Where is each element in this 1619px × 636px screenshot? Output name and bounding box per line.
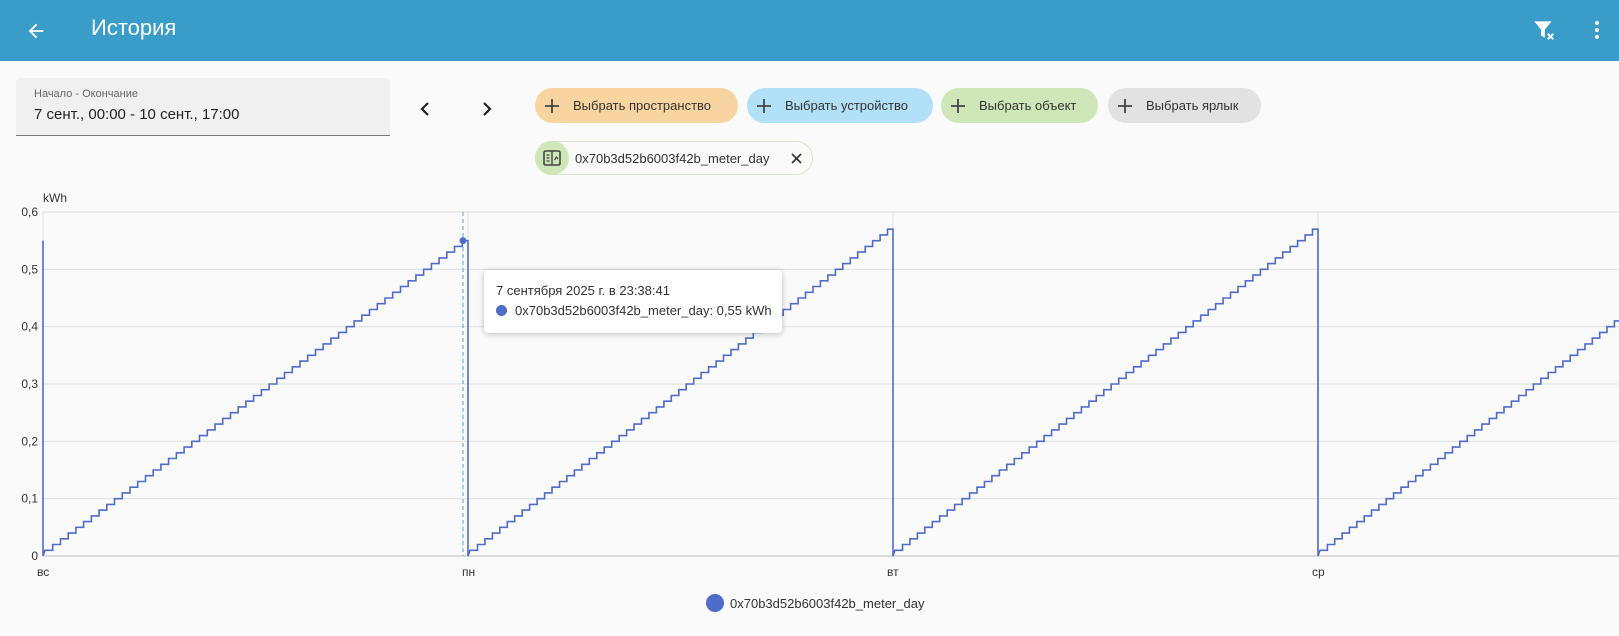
tooltip-series-row: 0x70b3d52b6003f42b_meter_day: 0,55 kWh (496, 303, 772, 318)
remove-entity-button[interactable] (788, 150, 804, 166)
choose-device-label: Выбрать устройство (785, 98, 908, 113)
y-tick-label: 0,3 (21, 377, 38, 391)
y-axis-unit-label: kWh (43, 191, 67, 205)
choose-entity-chip[interactable]: Выбрать объект (941, 88, 1098, 123)
choose-entity-label: Выбрать объект (979, 98, 1077, 113)
choose-label-chip[interactable]: Выбрать ярлык (1108, 88, 1261, 123)
chevron-left-icon (420, 102, 429, 116)
chart-tooltip: 7 сентября 2025 г. в 23:38:41 0x70b3d52b… (484, 270, 782, 333)
chart-series (42, 228, 1619, 557)
selected-entity-chip[interactable]: 0x70b3d52b6003f42b_meter_day (535, 141, 813, 175)
tooltip-series-dot (496, 305, 507, 316)
history-chart[interactable]: kWh 0 0,1 0,2 0,3 0,4 0,5 0,6 вс пн вт ср (0, 186, 1619, 586)
selected-entity-name: 0x70b3d52b6003f42b_meter_day (575, 150, 770, 166)
y-tick-label: 0,1 (21, 492, 38, 506)
chart-legend-item[interactable]: 0x70b3d52b6003f42b_meter_day (706, 594, 924, 612)
y-axis-ticks: kWh 0 0,1 0,2 0,3 0,4 0,5 0,6 (21, 191, 67, 563)
plus-icon (755, 97, 773, 115)
dots-vertical-icon (1595, 21, 1599, 39)
tooltip-time: 7 сентября 2025 г. в 23:38:41 (496, 283, 670, 298)
date-range-value: 7 сент., 00:00 - 10 сент., 17:00 (34, 106, 240, 123)
page-title: История (91, 15, 177, 40)
x-tick-label: вт (887, 565, 899, 579)
arrow-left-icon (28, 23, 44, 39)
meter-icon (535, 141, 569, 175)
plus-icon (949, 97, 967, 115)
legend-label: 0x70b3d52b6003f42b_meter_day (730, 595, 925, 611)
x-tick-label: ср (1312, 565, 1325, 579)
plus-icon (1116, 97, 1134, 115)
y-tick-label: 0,4 (21, 320, 38, 334)
chevron-right-icon (483, 102, 492, 116)
top-app-bar: История (0, 0, 1619, 61)
close-icon (790, 152, 802, 164)
back-button[interactable] (22, 17, 50, 45)
choose-area-label: Выбрать пространство (573, 98, 712, 113)
next-period-button[interactable] (471, 93, 503, 125)
series-line (42, 228, 1619, 557)
date-range-picker[interactable]: Начало - Окончание 7 сент., 00:00 - 10 с… (16, 78, 390, 136)
filter-remove-icon (1534, 21, 1554, 40)
x-tick-label: пн (462, 565, 475, 579)
y-tick-label: 0,5 (21, 262, 38, 276)
clear-filters-button[interactable] (1530, 16, 1558, 44)
tooltip-value: 0x70b3d52b6003f42b_meter_day: 0,55 kWh (515, 303, 772, 318)
legend-dot (706, 594, 724, 612)
hover-point (459, 237, 467, 245)
choose-label-label: Выбрать ярлык (1146, 98, 1239, 113)
more-menu-button[interactable] (1585, 16, 1609, 44)
x-axis-ticks: вс пн вт ср (37, 565, 1325, 579)
plus-icon (543, 97, 561, 115)
date-range-label: Начало - Окончание (34, 88, 138, 100)
choose-device-chip[interactable]: Выбрать устройство (747, 88, 933, 123)
x-tick-label: вс (37, 565, 49, 579)
y-tick-label: 0,2 (21, 434, 38, 448)
y-tick-label: 0 (31, 549, 38, 563)
y-tick-label: 0,6 (21, 205, 38, 219)
choose-area-chip[interactable]: Выбрать пространство (535, 88, 738, 123)
previous-period-button[interactable] (409, 93, 441, 125)
